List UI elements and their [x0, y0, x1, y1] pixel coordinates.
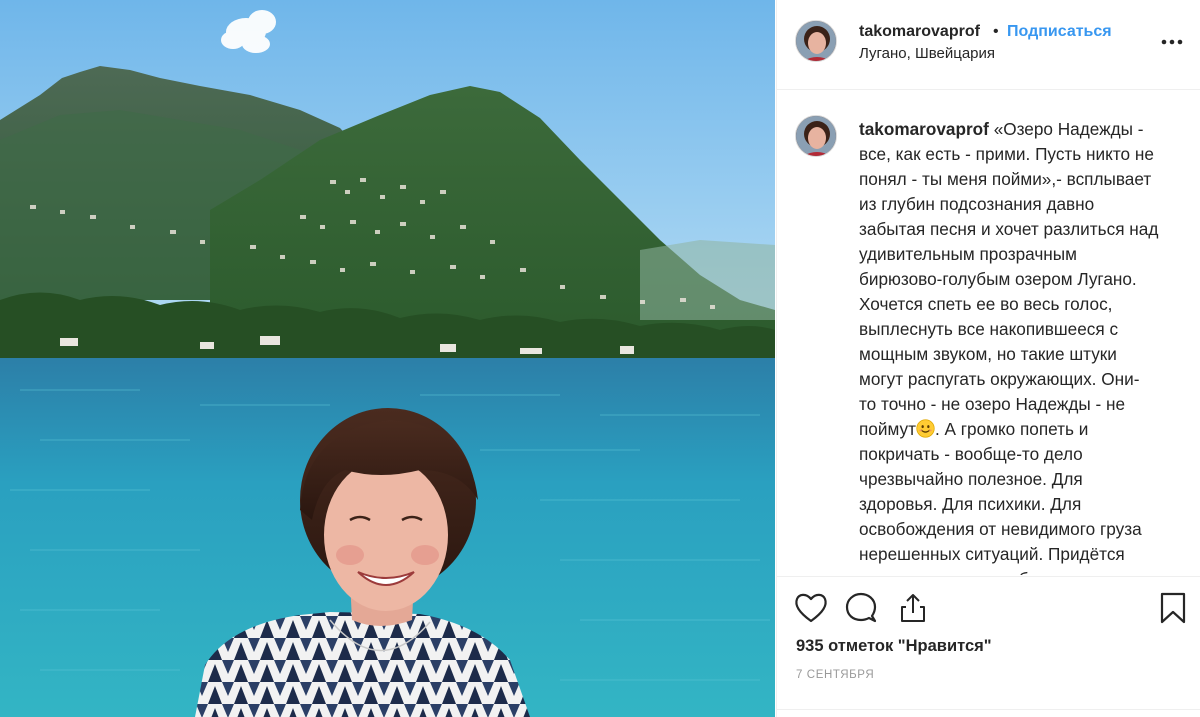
- more-horizontal-icon: [1161, 39, 1183, 45]
- caption-author-avatar[interactable]: [795, 115, 837, 157]
- comment-icon: [845, 592, 877, 623]
- post-location[interactable]: Лугано, Швейцария: [859, 45, 995, 62]
- post-date[interactable]: 7 сентября: [796, 669, 874, 681]
- separator-dot: •: [993, 23, 999, 40]
- caption-body-tail: . А громко попеть и покричать - вообще-т…: [859, 419, 1142, 575]
- post-caption: takomarovaprof «Озеро Надежды - все, как…: [777, 91, 1200, 575]
- post-header: takomarovaprof • Подписаться Лугано, Шве…: [777, 0, 1200, 90]
- bookmark-icon: [1160, 592, 1186, 624]
- comment-button[interactable]: [841, 589, 881, 627]
- author-avatar[interactable]: [795, 20, 837, 62]
- follow-button[interactable]: Подписаться: [1007, 23, 1112, 41]
- like-button[interactable]: [791, 589, 831, 627]
- post-photo[interactable]: [0, 0, 775, 717]
- add-comment-area[interactable]: [777, 709, 1200, 717]
- author-username[interactable]: takomarovaprof: [859, 23, 980, 41]
- post-side-panel: takomarovaprof • Подписаться Лугано, Шве…: [776, 0, 1200, 717]
- share-button[interactable]: [893, 589, 933, 627]
- heart-icon: [795, 593, 827, 623]
- more-options-button[interactable]: [1159, 30, 1185, 54]
- caption-body: «Озеро Надежды - все, как есть - прими. …: [859, 119, 1159, 439]
- save-button[interactable]: [1153, 589, 1193, 627]
- share-icon: [901, 594, 925, 622]
- caption-text: takomarovaprof «Озеро Надежды - все, как…: [859, 117, 1177, 575]
- caption-username[interactable]: takomarovaprof: [859, 119, 989, 139]
- likes-count[interactable]: 935 отметок "Нравится": [796, 637, 992, 656]
- smiling-face-emoji: [916, 419, 935, 438]
- post-actions: 935 отметок "Нравится" 7 сентября: [777, 576, 1200, 716]
- photo-lake-lugano: [0, 0, 775, 717]
